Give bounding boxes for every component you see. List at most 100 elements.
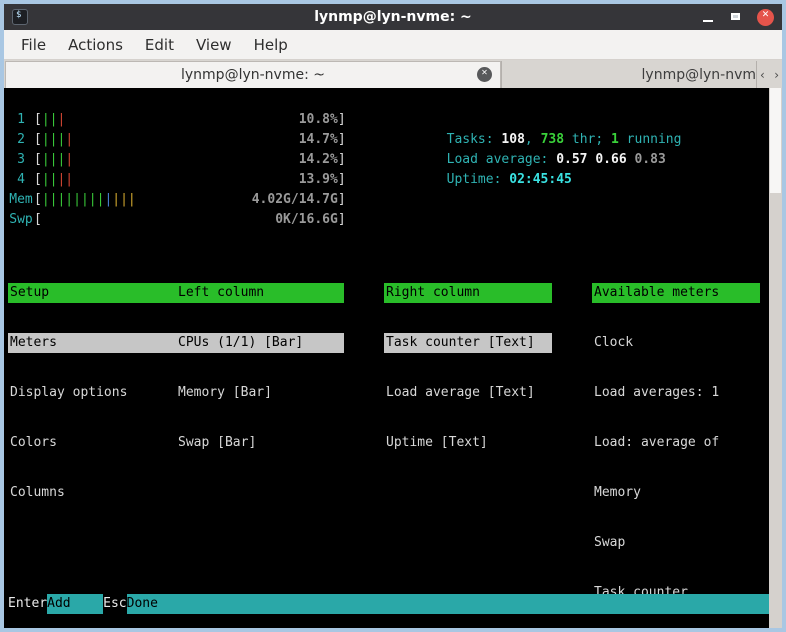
load-5min: 0.66: [595, 152, 634, 167]
tab-scroller: ‹ ›: [756, 61, 782, 88]
cpu2-bar-green: |||: [42, 132, 65, 147]
left-column-item-swap[interactable]: Swap [Bar]: [176, 433, 344, 453]
available-item-memory[interactable]: Memory: [592, 483, 760, 503]
window-frame: lynmp@lyn-nvme: ~ File Actions Edit View…: [0, 0, 786, 632]
menu-help[interactable]: Help: [243, 36, 299, 54]
panel-setup: Setup Meters Display options Colors Colu…: [8, 253, 176, 533]
swap-value: 0K/16.6G: [275, 210, 338, 230]
panel-right-column-header: Right column: [384, 283, 552, 303]
cpu3-bar-red: |: [65, 152, 73, 167]
cpu2-value: 14.7%: [299, 130, 338, 150]
cpu2-meter: 2[||||14.7%]: [8, 130, 346, 150]
bracket-close: ]: [338, 150, 346, 170]
uptime-label: Uptime:: [447, 172, 510, 187]
enter-key-label[interactable]: Enter: [8, 594, 47, 614]
tasks-line: Tasks: 108, 738 thr; 1 running: [384, 110, 681, 130]
panel-available-meters: Available meters Clock Load averages: 1 …: [592, 253, 760, 628]
menubar: File Actions Edit View Help: [4, 30, 782, 60]
left-column-item-memory[interactable]: Memory [Bar]: [176, 383, 344, 403]
bracket-close: ]: [338, 190, 346, 210]
right-column-item-task-counter[interactable]: Task counter [Text]: [384, 333, 552, 353]
cpu1-bar-green: ||: [42, 112, 58, 127]
menu-edit[interactable]: Edit: [134, 36, 185, 54]
load-average-line: Load average: 0.57 0.66 0.83: [384, 130, 666, 150]
bracket-open: [: [34, 130, 42, 150]
cpu1-bar-red: |: [57, 112, 65, 127]
scrollbar-thumb[interactable]: [770, 88, 781, 193]
cpu1-meter: 1[|||10.8%]: [8, 110, 346, 130]
titlebar[interactable]: lynmp@lyn-nvme: ~: [4, 4, 782, 30]
tabbar: lynmp@lyn-nvme: ~ lynmp@lyn-nvm ‹ ›: [4, 60, 782, 88]
cpu4-bar-red: ||: [57, 172, 73, 187]
tab-inactive-label: lynmp@lyn-nvm: [642, 67, 756, 83]
cpu4-bar-green: ||: [42, 172, 58, 187]
left-column-item-cpus[interactable]: CPUs (1/1) [Bar]: [176, 333, 344, 353]
swap-meter: Swp[0K/16.6G]: [8, 210, 346, 230]
bracket-close: ]: [338, 110, 346, 130]
tab-scroll-right-icon[interactable]: ›: [774, 68, 779, 82]
memory-label: Mem: [8, 190, 34, 210]
available-item-swap[interactable]: Swap: [592, 533, 760, 553]
menu-file[interactable]: File: [10, 36, 57, 54]
add-action-button[interactable]: Add: [47, 594, 103, 614]
bracket-close: ]: [338, 170, 346, 190]
terminal-screen[interactable]: 1[|||10.8%] 2[||||14.7%] 3[||||14.2%] 4[…: [4, 88, 782, 628]
cpu1-value: 10.8%: [299, 110, 338, 130]
cpu4-label: 4: [8, 170, 34, 190]
bracket-close: ]: [338, 210, 346, 230]
esc-key-label[interactable]: Esc: [103, 594, 126, 614]
menu-actions[interactable]: Actions: [57, 36, 134, 54]
minimize-icon[interactable]: [701, 10, 715, 24]
bracket-close: ]: [338, 130, 346, 150]
right-column-item-uptime[interactable]: Uptime [Text]: [384, 433, 552, 453]
cpu1-label: 1: [8, 110, 34, 130]
mem-bar-green: ||||||||: [42, 192, 105, 207]
panel-available-meters-header: Available meters: [592, 283, 760, 303]
memory-meter: Mem[||||||||||||4.02G/14.7G]: [8, 190, 346, 210]
available-item-clock[interactable]: Clock: [592, 333, 760, 353]
window-controls: [701, 4, 774, 30]
tab-inactive[interactable]: lynmp@lyn-nvm: [501, 61, 756, 88]
terminal-scrollbar[interactable]: [769, 88, 782, 628]
available-item-load-averages[interactable]: Load averages: 1: [592, 383, 760, 403]
cpu4-meter: 4[||||13.9%]: [8, 170, 346, 190]
setup-item-display-options[interactable]: Display options: [8, 383, 176, 403]
cpu3-meter: 3[||||14.2%]: [8, 150, 346, 170]
tab-close-icon[interactable]: [477, 67, 492, 82]
cpu2-label: 2: [8, 130, 34, 150]
bracket-open: [: [34, 150, 42, 170]
setup-item-columns[interactable]: Columns: [8, 483, 176, 503]
panel-setup-header: Setup: [8, 283, 176, 303]
close-icon[interactable]: [757, 9, 774, 26]
load-15min: 0.83: [634, 152, 665, 167]
cpu4-value: 13.9%: [299, 170, 338, 190]
maximize-icon[interactable]: [729, 10, 743, 24]
uptime-value: 02:45:45: [509, 172, 572, 187]
cpu3-label: 3: [8, 150, 34, 170]
window-title: lynmp@lyn-nvme: ~: [4, 9, 782, 25]
bracket-open: [: [34, 190, 42, 210]
menu-view[interactable]: View: [185, 36, 243, 54]
panel-left-column: Left column CPUs (1/1) [Bar] Memory [Bar…: [176, 253, 344, 483]
right-column-item-load-average[interactable]: Load average [Text]: [384, 383, 552, 403]
panel-right-column: Right column Task counter [Text] Load av…: [384, 253, 552, 483]
panel-left-column-header: Left column: [176, 283, 344, 303]
terminal-window: lynmp@lyn-nvme: ~ File Actions Edit View…: [4, 4, 782, 628]
swap-label: Swp: [8, 210, 34, 230]
tab-scroll-left-icon[interactable]: ‹: [760, 68, 765, 82]
setup-item-colors[interactable]: Colors: [8, 433, 176, 453]
bracket-open: [: [34, 170, 42, 190]
tab-active-label: lynmp@lyn-nvme: ~: [181, 67, 325, 83]
bracket-open: [: [34, 110, 42, 130]
available-item-load-average-of[interactable]: Load: average of: [592, 433, 760, 453]
memory-value: 4.02G/14.7G: [252, 190, 338, 210]
bracket-open: [: [34, 210, 42, 230]
done-action-button[interactable]: Done: [127, 594, 769, 614]
function-bar: Enter Add Esc Done: [4, 594, 769, 614]
setup-item-meters[interactable]: Meters: [8, 333, 176, 353]
cpu3-bar-green: |||: [42, 152, 65, 167]
mem-bar-yellow: |||: [112, 192, 135, 207]
cpu2-bar-red: |: [65, 132, 73, 147]
cpu3-value: 14.2%: [299, 150, 338, 170]
tab-active[interactable]: lynmp@lyn-nvme: ~: [5, 61, 501, 88]
